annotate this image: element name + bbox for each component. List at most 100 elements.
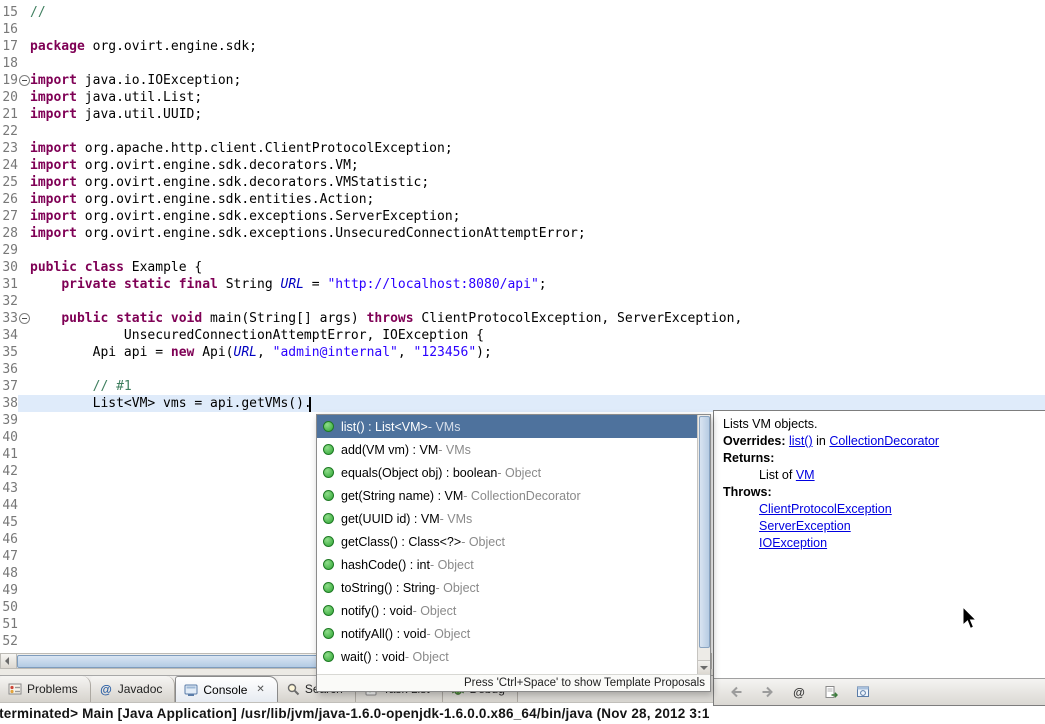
scroll-left-arrow-icon[interactable] [1, 654, 17, 668]
code-line[interactable]: 34 UnsecuredConnectionAttemptError, IOEx… [0, 327, 1045, 344]
completion-item[interactable]: notify() : void - Object [317, 599, 697, 622]
code-line[interactable]: 25import org.ovirt.engine.sdk.decorators… [0, 174, 1045, 191]
completion-context: - Object [405, 650, 449, 664]
eclipse-window: 15//1617package org.ovirt.engine.sdk;181… [0, 0, 1045, 724]
code-text: import java.io.IOException; [30, 72, 1045, 89]
javadoc-link-collectiondecorator[interactable]: CollectionDecorator [829, 434, 939, 448]
tab-label: Javadoc [118, 682, 163, 696]
code-line[interactable]: 36 [0, 361, 1045, 378]
javadoc-link[interactable]: IOException [759, 536, 827, 550]
returns-label-line: Returns: [723, 450, 1036, 467]
code-line[interactable]: 32 [0, 293, 1045, 310]
tab-console[interactable]: Console✕ [175, 676, 277, 702]
code-line[interactable]: 17package org.ovirt.engine.sdk; [0, 38, 1045, 55]
fold-column [18, 633, 30, 650]
completion-item[interactable]: notifyAll() : void - Object [317, 622, 697, 645]
at-icon[interactable]: @ [792, 685, 808, 699]
completion-item[interactable]: add(VM vm) : VM - VMs [317, 438, 697, 461]
code-line[interactable]: 18 [0, 55, 1045, 72]
fold-column [18, 4, 30, 21]
code-line[interactable]: 15 // [0, 4, 1045, 21]
code-line[interactable]: 33 public static void main(String[] args… [0, 310, 1045, 327]
fold-column [18, 565, 30, 582]
code-line[interactable]: 27import org.ovirt.engine.sdk.exceptions… [0, 208, 1045, 225]
line-number: 15 [0, 4, 18, 21]
code-line[interactable]: 30public class Example { [0, 259, 1045, 276]
show-in-javadoc-view-icon[interactable] [824, 685, 840, 699]
close-icon[interactable]: ✕ [256, 684, 264, 695]
completion-signature: get(UUID id) : VM [341, 512, 440, 526]
scroll-down-arrow-icon[interactable] [698, 660, 710, 674]
code-line[interactable]: 24import org.ovirt.engine.sdk.decorators… [0, 157, 1045, 174]
completion-item[interactable]: get(UUID id) : VM - VMs [317, 507, 697, 530]
code-line[interactable]: 21import java.util.UUID; [0, 106, 1045, 123]
fold-column [18, 140, 30, 157]
code-line[interactable]: 23import org.apache.http.client.ClientPr… [0, 140, 1045, 157]
completion-list: list() : List<VM> - VMsadd(VM vm) : VM -… [317, 415, 697, 674]
code-text: Api api = new Api(URL, "admin@internal",… [30, 344, 1045, 361]
javadoc-link-vm[interactable]: VM [796, 468, 815, 482]
completion-scrollbar[interactable] [697, 415, 710, 674]
open-in-browser-icon[interactable] [856, 685, 872, 699]
tab-problems[interactable]: Problems [0, 676, 91, 702]
code-text: import org.ovirt.engine.sdk.entities.Act… [30, 191, 1045, 208]
collapse-fold-icon[interactable] [19, 313, 30, 324]
code-line[interactable]: 22 [0, 123, 1045, 140]
completion-signature: toString() : String [341, 581, 435, 595]
collapse-fold-icon[interactable] [19, 75, 30, 86]
back-icon[interactable] [728, 685, 744, 699]
public-method-icon [323, 605, 334, 616]
line-number: 38 [0, 395, 18, 412]
forward-icon[interactable] [760, 685, 776, 699]
completion-signature: equals(Object obj) : boolean [341, 466, 497, 480]
tab-javadoc[interactable]: @ Javadoc [91, 676, 176, 702]
completion-item[interactable]: toString() : String - Object [317, 576, 697, 599]
javadoc-link-list[interactable]: list() [789, 434, 813, 448]
completion-item[interactable]: hashCode() : int - Object [317, 553, 697, 576]
javadoc-description: Lists VM objects. [723, 416, 1036, 433]
completion-signature: get(String name) : VM [341, 489, 463, 503]
javadoc-link[interactable]: ClientProtocolException [759, 502, 892, 516]
completion-item[interactable]: get(String name) : VM - CollectionDecora… [317, 484, 697, 507]
public-method-icon [323, 444, 334, 455]
completion-item[interactable]: equals(Object obj) : boolean - Object [317, 461, 697, 484]
vscrollbar-thumb[interactable] [699, 416, 710, 648]
line-number: 50 [0, 599, 18, 616]
public-method-icon [323, 421, 334, 432]
code-line[interactable]: 29 [0, 242, 1045, 259]
completion-item[interactable]: wait() : void - Object [317, 645, 697, 668]
code-line[interactable]: 28import org.ovirt.engine.sdk.exceptions… [0, 225, 1045, 242]
code-text: // [30, 4, 1045, 21]
svg-text:@: @ [793, 686, 805, 700]
fold-column [18, 276, 30, 293]
code-line[interactable]: 31 private static final String URL = "ht… [0, 276, 1045, 293]
completion-context: - Object [413, 604, 457, 618]
code-line[interactable]: 35 Api api = new Api(URL, "admin@interna… [0, 344, 1045, 361]
line-number: 51 [0, 616, 18, 633]
line-number: 46 [0, 531, 18, 548]
line-number: 47 [0, 548, 18, 565]
completion-item[interactable]: getClass() : Class<?> - Object [317, 530, 697, 553]
line-number: 34 [0, 327, 18, 344]
completion-signature: notify() : void [341, 604, 413, 618]
code-text: // #1 [30, 378, 1045, 395]
code-line[interactable]: 20import java.util.List; [0, 89, 1045, 106]
code-line[interactable]: 26import org.ovirt.engine.sdk.entities.A… [0, 191, 1045, 208]
fold-column [18, 89, 30, 106]
fold-column [18, 242, 30, 259]
problems-icon [8, 682, 22, 696]
public-method-icon [323, 536, 334, 547]
line-number: 17 [0, 38, 18, 55]
public-method-icon [323, 628, 334, 639]
overrides-infix: in [816, 434, 826, 448]
line-number: 35 [0, 344, 18, 361]
javadoc-link[interactable]: ServerException [759, 519, 851, 533]
throws-label: Throws: [723, 485, 772, 499]
javadoc-icon: @ [99, 682, 113, 696]
completion-item[interactable]: list() : List<VM> - VMs [317, 415, 697, 438]
code-line[interactable]: 16 [0, 21, 1045, 38]
fold-column [18, 514, 30, 531]
returns-value-line: List of VM [723, 467, 1036, 484]
code-line[interactable]: 37 // #1 [0, 378, 1045, 395]
code-line[interactable]: 19import java.io.IOException; [0, 72, 1045, 89]
